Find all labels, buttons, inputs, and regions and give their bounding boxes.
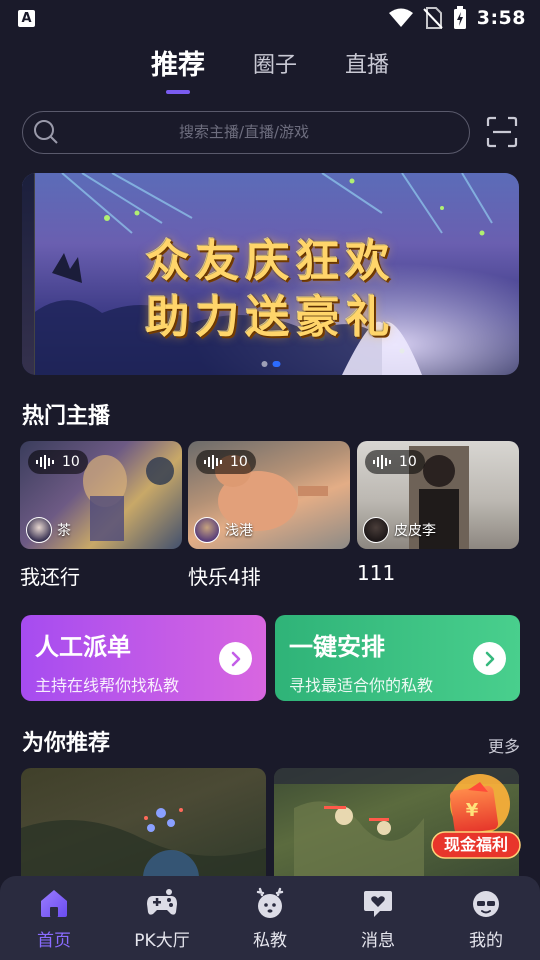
nav-profile[interactable]: 我的 <box>436 886 536 951</box>
tab-recommend[interactable]: 推荐 <box>127 44 229 88</box>
nav-home[interactable]: 首页 <box>4 886 104 951</box>
tab-live[interactable]: 直播 <box>321 44 413 88</box>
no-sim-icon <box>423 7 443 29</box>
viewer-count-badge: 10 <box>28 450 88 474</box>
one-click-arrange-go-button[interactable] <box>473 642 506 675</box>
recommend-title: 为你推荐 <box>22 731 111 756</box>
app-notification-icon: A <box>18 9 35 27</box>
anchor-thumbnail[interactable]: 10 浅港 <box>188 441 350 549</box>
banner-dot[interactable] <box>261 361 267 367</box>
avatar[interactable] <box>363 517 389 543</box>
nav-messages[interactable]: 消息 <box>328 886 428 951</box>
nav-coach-label: 私教 <box>253 931 287 951</box>
anchor-card[interactable]: 10 皮皮李 111 <box>357 441 519 585</box>
search-input[interactable] <box>59 123 469 141</box>
sound-wave-icon <box>204 455 222 469</box>
search-box[interactable] <box>22 110 470 154</box>
anchor-card[interactable]: 10 茶 我还行 <box>20 441 182 590</box>
search-row <box>22 110 522 154</box>
gamepad-icon <box>145 886 179 920</box>
viewer-count: 10 <box>399 454 417 470</box>
banner-headline-1: 众友庆狂欢 <box>145 236 396 287</box>
deer-icon <box>253 886 287 920</box>
clock: 3:58 <box>476 7 526 29</box>
viewer-count: 10 <box>230 454 248 470</box>
one-click-arrange-card[interactable]: 一键安排 寻找最适合你的私教 <box>275 615 520 701</box>
hot-anchors-title: 热门主播 <box>22 404 111 429</box>
sound-wave-icon <box>36 455 54 469</box>
nav-pk-hall[interactable]: PK大厅 <box>112 886 212 951</box>
svg-text:¥: ¥ <box>466 800 479 821</box>
nav-home-label: 首页 <box>37 931 71 951</box>
battery-charging-icon <box>453 6 466 29</box>
banner-dot-active[interactable] <box>272 361 280 367</box>
anchor-user: 浅港 <box>194 517 253 543</box>
banner-headline-2: 助力送豪礼 <box>145 292 396 343</box>
cash-welfare-badge[interactable]: ¥ 现金福利 <box>430 770 522 862</box>
nav-coach[interactable]: 私教 <box>220 886 320 951</box>
nav-pk-hall-label: PK大厅 <box>134 931 190 951</box>
avatar[interactable] <box>194 517 220 543</box>
top-tabs: 推荐 圈子 直播 <box>0 44 540 100</box>
home-icon <box>37 886 71 920</box>
promo-banner[interactable]: 众友庆狂欢 助力送豪礼 <box>22 173 519 375</box>
viewer-count-badge: 10 <box>365 450 425 474</box>
wifi-icon <box>388 8 413 27</box>
anchor-room-title[interactable]: 快乐4排 <box>188 561 350 590</box>
anchor-thumbnail[interactable]: 10 皮皮李 <box>357 441 519 549</box>
viewer-count-badge: 10 <box>196 450 256 474</box>
anchor-nickname: 皮皮李 <box>394 523 436 539</box>
anchor-room-title[interactable]: 111 <box>357 561 519 585</box>
recommend-card[interactable] <box>21 768 266 880</box>
anchor-user: 皮皮李 <box>363 517 436 543</box>
banner-pagination <box>261 361 280 367</box>
nav-profile-label: 我的 <box>469 931 503 951</box>
anchor-room-title[interactable]: 我还行 <box>20 561 182 590</box>
anchor-thumbnail[interactable]: 10 茶 <box>20 441 182 549</box>
more-link[interactable]: 更多 <box>488 733 520 757</box>
profile-icon <box>469 886 503 920</box>
hot-anchors-list: 10 茶 我还行 10 浅港 快乐4排 10 皮皮李 111 <box>20 441 520 591</box>
search-icon <box>34 120 58 144</box>
anchor-nickname: 浅港 <box>225 523 253 539</box>
message-icon <box>361 886 395 920</box>
scan-icon <box>486 116 518 148</box>
bottom-navigation: 首页 PK大厅 私教 消息 我的 <box>0 876 540 960</box>
chevron-right-icon <box>485 651 494 666</box>
status-bar: A 3:58 <box>0 0 540 36</box>
manual-dispatch-card[interactable]: 人工派单 主持在线帮你找私教 <box>21 615 266 701</box>
tab-circle[interactable]: 圈子 <box>229 44 321 88</box>
manual-dispatch-go-button[interactable] <box>219 642 252 675</box>
anchor-user: 茶 <box>26 517 71 543</box>
sound-wave-icon <box>373 455 391 469</box>
viewer-count: 10 <box>62 454 80 470</box>
one-click-arrange-subtitle: 寻找最适合你的私教 <box>289 676 434 695</box>
avatar[interactable] <box>26 517 52 543</box>
cash-welfare-label: 现金福利 <box>443 835 508 854</box>
nav-messages-label: 消息 <box>361 931 395 951</box>
chevron-right-icon <box>231 651 240 666</box>
scan-button[interactable] <box>486 116 518 148</box>
anchor-nickname: 茶 <box>57 523 71 539</box>
game-map-art <box>21 808 266 880</box>
anchor-card[interactable]: 10 浅港 快乐4排 <box>188 441 350 590</box>
manual-dispatch-subtitle: 主持在线帮你找私教 <box>35 676 180 695</box>
